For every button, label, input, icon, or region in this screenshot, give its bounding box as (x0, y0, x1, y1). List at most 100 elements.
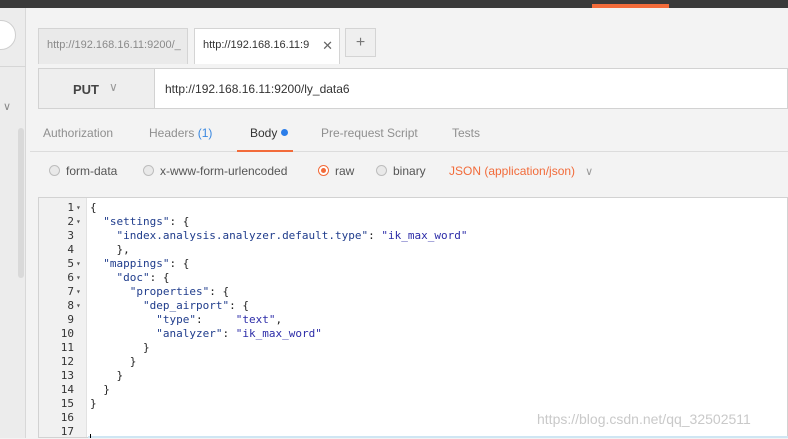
code-text: } (90, 397, 97, 410)
code-text: } (90, 355, 137, 368)
code-text: "properties": { (129, 285, 230, 298)
fold-arrow-icon[interactable]: ▾ (76, 299, 81, 313)
radio-label: x-www-form-urlencoded (160, 164, 288, 178)
chevron-down-icon[interactable]: ∨ (3, 100, 11, 113)
content-type-select[interactable]: JSON (application/json) ∨ (449, 164, 593, 178)
code-text: "doc": { (116, 271, 170, 284)
tab-body[interactable]: Body (250, 126, 289, 140)
radio-raw[interactable]: raw (318, 164, 354, 178)
tab-body-label: Body (250, 126, 278, 140)
radio-icon (143, 165, 154, 176)
code-line: 5 ▾ "mappings": { (39, 257, 787, 271)
code-line: 10 "analyzer": "ik_max_word" (39, 327, 787, 341)
code-text: } (90, 369, 124, 382)
line-number: 17 (60, 425, 74, 438)
code-text: { (90, 201, 97, 214)
line-number: 4 (67, 243, 74, 256)
tab-tests[interactable]: Tests (452, 126, 480, 140)
sidebar-divider (0, 66, 26, 67)
radio-label: raw (335, 164, 355, 178)
body-type-options: form-data x-www-form-urlencoded raw bina… (30, 158, 788, 188)
fold-arrow-icon[interactable]: ▾ (76, 201, 81, 215)
code-line: 13 } (39, 369, 787, 383)
request-tab-active[interactable]: http://192.168.16.11:9 ✕ (194, 28, 340, 64)
request-tab[interactable]: http://192.168.16.11:9200/_ (38, 28, 188, 64)
radio-label: form-data (66, 164, 118, 178)
radio-icon (49, 165, 60, 176)
window-top-bar (0, 0, 788, 8)
code-text: "settings": { (103, 215, 190, 228)
fold-arrow-icon[interactable]: ▾ (76, 257, 81, 271)
code-line: 14 } (39, 383, 787, 397)
line-number: 10 (60, 327, 74, 340)
line-number: 3 (67, 229, 74, 242)
code-text: } (90, 341, 150, 354)
code-line: 7 ▾ "properties": { (39, 285, 787, 299)
request-tabs: http://192.168.16.11:9200/_ http://192.1… (30, 8, 788, 64)
code-line: 6 ▾ "doc": { (39, 271, 787, 285)
code-line: 8 ▾ "dep_airport": { (39, 299, 787, 313)
line-number: 14 (60, 383, 74, 396)
headers-count-badge: (1) (197, 126, 213, 140)
tab-prerequest-script[interactable]: Pre-request Script (321, 126, 418, 140)
text-cursor (90, 434, 91, 438)
line-number: 16 (60, 411, 74, 424)
sidebar-toggle-button[interactable] (0, 20, 16, 50)
code-line: 9 "type": "text", (39, 313, 787, 327)
code-text: "type": "text", (156, 313, 283, 326)
code-line: 1 ▾ { (39, 201, 787, 215)
line-number: 7 (67, 285, 74, 298)
fold-arrow-icon[interactable]: ▾ (76, 215, 81, 229)
line-number: 6 (67, 271, 74, 284)
code-line: 11 } (39, 341, 787, 355)
line-number: 13 (60, 369, 74, 382)
add-tab-button[interactable]: + (345, 28, 376, 57)
request-subtabs: Authorization Headers (1) Body Pre-reque… (30, 116, 788, 152)
radio-urlencoded[interactable]: x-www-form-urlencoded (143, 164, 287, 178)
method-label: PUT (73, 82, 99, 97)
code-line: 2 ▾ "settings": { (39, 215, 787, 229)
request-tab-label: http://192.168.16.11:9200/_ (47, 39, 181, 51)
request-tab-label: http://192.168.16.11:9 (203, 39, 310, 51)
radio-form-data[interactable]: form-data (49, 164, 117, 178)
sidebar: ∨ (0, 8, 26, 438)
code-text: } (90, 383, 110, 396)
line-number: 12 (60, 355, 74, 368)
content-type-label: JSON (application/json) (449, 164, 576, 178)
code-line: 3 "index.analysis.analyzer.default.type"… (39, 229, 787, 243)
radio-icon (376, 165, 387, 176)
line-number: 15 (60, 397, 74, 410)
code-editor[interactable]: 1 ▾{2 ▾ "settings": {3 "index.analysis.ana… (38, 197, 788, 438)
line-number: 2 (67, 215, 74, 228)
radio-selected-icon (318, 165, 329, 176)
modified-dot-icon (281, 129, 289, 136)
chevron-down-icon: ∨ (109, 80, 118, 94)
code-line: 15} (39, 397, 787, 411)
code-text: "index.analysis.analyzer.default.type": … (116, 229, 468, 242)
line-number: 5 (67, 257, 74, 270)
radio-binary[interactable]: binary (376, 164, 426, 178)
line-number: 11 (60, 341, 74, 354)
line-number: 8 (67, 299, 74, 312)
code-text: "dep_airport": { (142, 299, 249, 312)
tab-headers-label: Headers (149, 126, 195, 140)
code-line: 4 }, (39, 243, 787, 257)
active-tab-underline (237, 150, 293, 152)
tab-headers[interactable]: Headers (1) (149, 126, 212, 140)
code-line: 12 } (39, 355, 787, 369)
plus-icon: + (355, 34, 366, 51)
url-input[interactable]: http://192.168.16.11:9200/ly_data6 (165, 82, 350, 96)
method-select[interactable]: PUT ∨ (39, 69, 155, 108)
chevron-down-icon: ∨ (585, 166, 594, 178)
tab-authorization[interactable]: Authorization (43, 126, 113, 140)
watermark: https://blog.csdn.net/qq_32502511 (537, 411, 751, 427)
close-icon[interactable]: ✕ (322, 38, 333, 54)
line-number: 1 (67, 201, 74, 214)
fold-arrow-icon[interactable]: ▾ (76, 271, 81, 285)
radio-label: binary (393, 164, 426, 178)
sidebar-scrollbar[interactable] (18, 128, 24, 278)
request-bar: PUT ∨ http://192.168.16.11:9200/ly_data6 (38, 68, 788, 109)
fold-arrow-icon[interactable]: ▾ (76, 285, 81, 299)
code-text: "mappings": { (103, 257, 190, 270)
line-number: 9 (67, 313, 74, 326)
